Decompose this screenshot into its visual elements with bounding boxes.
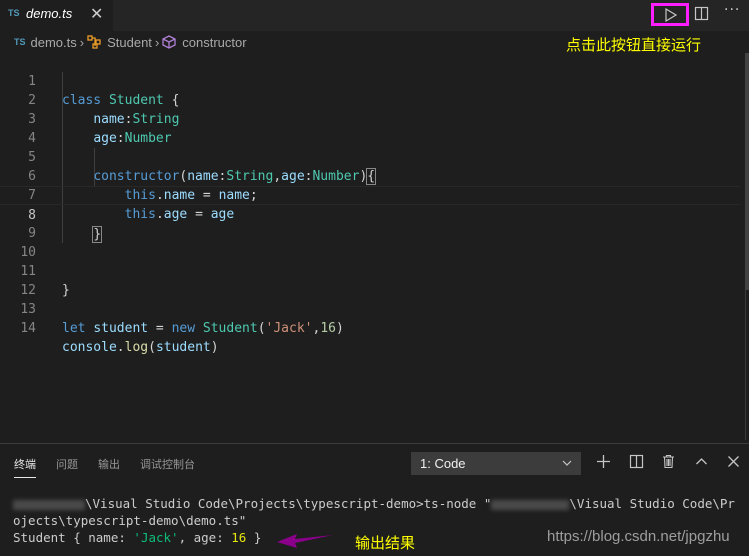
close-tab-icon[interactable]: ✕ bbox=[90, 4, 103, 23]
breadcrumb-separator: › bbox=[79, 34, 85, 50]
run-code-button[interactable] bbox=[651, 3, 689, 26]
output-annotation: 输出结果 bbox=[355, 534, 416, 552]
code-line: 7 this.age = age bbox=[0, 167, 740, 222]
editor-scrollbar-thumb[interactable] bbox=[745, 53, 749, 290]
typescript-file-icon: TS bbox=[8, 8, 20, 18]
code-line: 9 bbox=[0, 205, 740, 241]
code-editor[interactable]: 1 class Student { 2 name:String 3 age:Nu… bbox=[0, 53, 749, 443]
panel-tab-terminal[interactable]: 终端 bbox=[14, 456, 36, 478]
trash-icon[interactable] bbox=[661, 454, 676, 469]
editor-scrollbar-track[interactable] bbox=[745, 290, 746, 440]
run-button-annotation: 点击此按钮直接运行 bbox=[566, 36, 702, 54]
code-line: 1 class Student { bbox=[0, 53, 740, 108]
code-line: 5 constructor(name:String,age:Number){ bbox=[0, 129, 740, 185]
watermark: https://blog.csdn.net/jpgzhu bbox=[547, 528, 730, 545]
code-line: 6 this.name = name; bbox=[0, 148, 740, 203]
terminal-select[interactable]: 1: Code bbox=[411, 452, 581, 475]
redacted-text bbox=[491, 499, 570, 510]
code-line: 12 bbox=[0, 262, 740, 298]
code-line: 3 age:Number bbox=[0, 91, 740, 146]
play-icon bbox=[665, 8, 678, 22]
breadcrumb-item-file[interactable]: demo.ts bbox=[31, 35, 77, 50]
breadcrumb-item-method[interactable]: constructor bbox=[182, 35, 246, 50]
code-line: 13 let student = new Student('Jack',16) bbox=[0, 281, 740, 336]
editor-tab-bar: TS demo.ts ✕ ··· bbox=[0, 0, 749, 31]
code-line: 14 console.log(student) bbox=[0, 300, 740, 355]
split-editor-icon bbox=[694, 6, 709, 21]
breadcrumb-item-class[interactable]: Student bbox=[107, 35, 152, 50]
code-line-current: 8 } bbox=[0, 186, 740, 243]
tab-demo-ts[interactable]: TS demo.ts ✕ bbox=[0, 0, 113, 31]
arrow-annotation-icon bbox=[277, 534, 333, 548]
panel-tab-output[interactable]: 输出 bbox=[98, 456, 120, 472]
code-line: 2 name:String bbox=[0, 72, 740, 127]
chevron-down-icon bbox=[562, 460, 572, 466]
code-line: 4 bbox=[0, 110, 740, 146]
class-symbol-icon bbox=[87, 35, 101, 49]
line-number: 14 bbox=[20, 321, 36, 336]
tab-label: demo.ts bbox=[26, 6, 73, 21]
method-symbol-icon bbox=[162, 35, 176, 49]
split-terminal-icon[interactable] bbox=[629, 454, 644, 469]
panel-tab-debug-console[interactable]: 调试控制台 bbox=[140, 456, 195, 472]
redacted-text bbox=[13, 499, 85, 510]
typescript-file-icon: TS bbox=[14, 37, 26, 47]
breadcrumb-separator: › bbox=[154, 34, 160, 50]
close-icon[interactable] bbox=[726, 454, 741, 469]
chevron-up-icon[interactable] bbox=[694, 454, 709, 469]
plus-icon[interactable] bbox=[596, 454, 611, 469]
split-editor-button[interactable] bbox=[694, 6, 709, 25]
panel-tab-problems[interactable]: 问题 bbox=[56, 456, 78, 472]
more-actions-button[interactable]: ··· bbox=[724, 2, 740, 18]
terminal-select-value: 1: Code bbox=[420, 456, 466, 471]
code-line: 10 bbox=[0, 224, 740, 260]
code-line: 11 } bbox=[0, 243, 740, 298]
